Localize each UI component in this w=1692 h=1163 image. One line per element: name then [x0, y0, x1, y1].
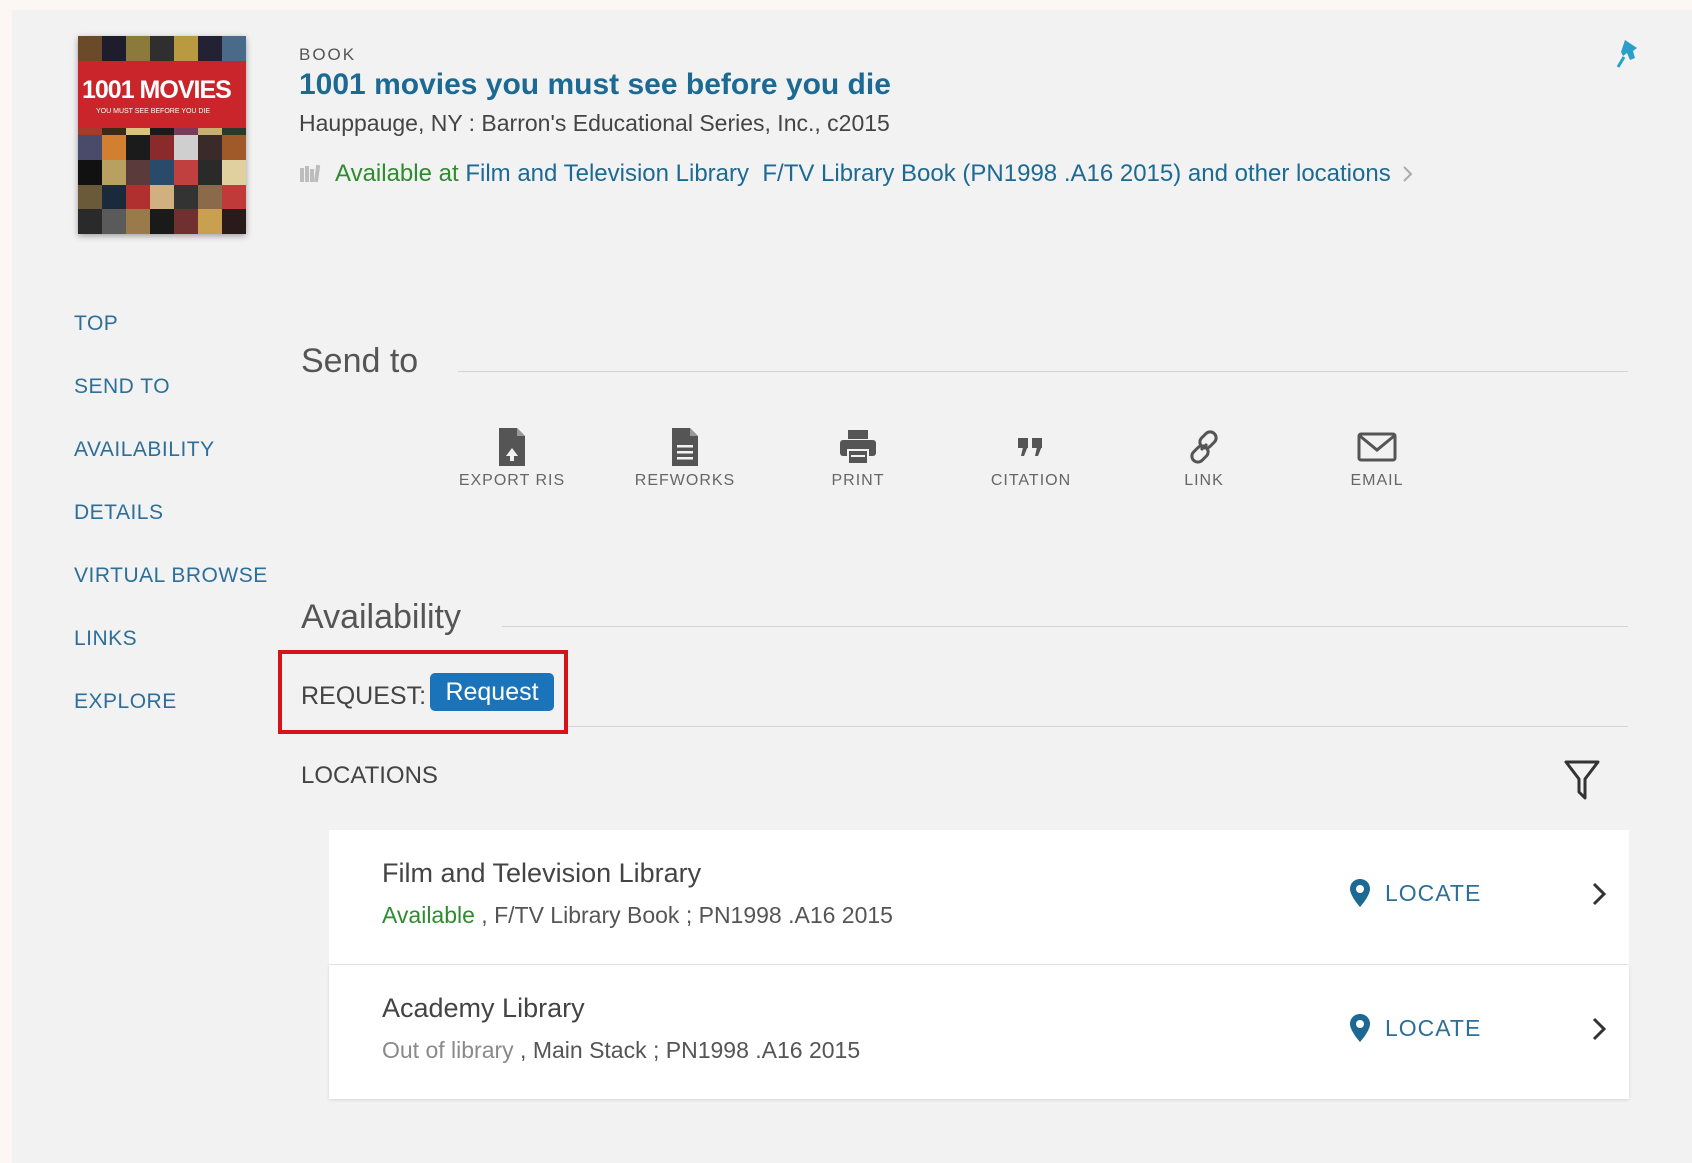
location-row-academy[interactable]: Academy Library Out of library , Main St…	[329, 965, 1629, 1099]
location-status: Available	[382, 902, 475, 928]
locate-button[interactable]: LOCATE	[1349, 878, 1481, 908]
send-to-heading: Send to	[301, 342, 419, 380]
location-name: Academy Library	[382, 993, 585, 1023]
request-divider	[568, 726, 1628, 727]
printer-icon	[840, 430, 876, 465]
nav-details[interactable]: DETAILS	[74, 501, 163, 525]
request-button[interactable]: Request	[430, 673, 554, 711]
location-name: Film and Television Library	[382, 858, 702, 888]
chevron-right-icon	[1403, 166, 1413, 182]
print-label: PRINT	[831, 472, 885, 489]
document-icon	[672, 428, 698, 466]
cover-title: 1001 MOVIES	[82, 76, 232, 104]
filter-icon[interactable]	[1562, 758, 1602, 802]
locate-label: LOCATE	[1385, 1014, 1482, 1041]
link-button[interactable]: LINK	[1134, 428, 1274, 490]
print-button[interactable]: PRINT	[788, 428, 928, 490]
locate-label: LOCATE	[1385, 879, 1482, 906]
book-cover-image[interactable]: 1001 MOVIES YOU MUST SEE BEFORE YOU DIE	[78, 36, 246, 234]
map-pin-icon	[1350, 879, 1370, 907]
chevron-right-icon[interactable]	[1591, 1015, 1607, 1043]
availability-location: F/TV Library Book (PN1998 .A16 2015)	[762, 160, 1182, 187]
location-callnumber: , Main Stack ; PN1998 .A16 2015	[513, 1037, 861, 1063]
resource-type: BOOK	[299, 45, 357, 64]
export-file-icon	[499, 428, 525, 466]
nav-availability[interactable]: AVAILABILITY	[74, 438, 215, 462]
availability-line[interactable]: Available at Film and Television Library…	[299, 160, 1415, 188]
location-row-film-tv[interactable]: Film and Television Library Available , …	[329, 830, 1629, 965]
envelope-icon	[1357, 432, 1397, 462]
availability-divider	[502, 626, 1628, 627]
nav-explore[interactable]: EXPLORE	[74, 690, 177, 714]
nav-virtual-browse[interactable]: VIRTUAL BROWSE	[74, 564, 268, 588]
request-label: REQUEST:	[301, 682, 427, 710]
nav-send-to[interactable]: SEND TO	[74, 375, 170, 399]
link-label: LINK	[1184, 472, 1224, 489]
record-title[interactable]: 1001 movies you must see before you die	[299, 68, 891, 102]
cover-collage	[78, 36, 246, 234]
email-button[interactable]: EMAIL	[1307, 428, 1447, 490]
publisher-line: Hauppauge, NY : Barron's Educational Ser…	[299, 110, 890, 136]
export-ris-label: EXPORT RIS	[458, 472, 566, 489]
cover-subtitle: YOU MUST SEE BEFORE YOU DIE	[96, 108, 211, 115]
location-status: Out of library	[382, 1037, 514, 1063]
book-shelf-icon	[300, 164, 321, 183]
location-detail: Available , F/TV Library Book ; PN1998 .…	[382, 902, 893, 929]
location-callnumber: , F/TV Library Book ; PN1998 .A16 2015	[474, 902, 893, 928]
availability-library: Film and Television Library	[465, 160, 750, 187]
link-icon	[1190, 430, 1218, 464]
location-detail: Out of library , Main Stack ; PN1998 .A1…	[382, 1037, 860, 1064]
map-pin-icon	[1350, 1014, 1370, 1042]
citation-button[interactable]: CITATION	[961, 428, 1101, 490]
nav-links[interactable]: LINKS	[74, 627, 137, 651]
email-label: EMAIL	[1350, 472, 1404, 489]
refworks-button[interactable]: REFWORKS	[615, 428, 755, 490]
availability-suffix: and other locations	[1187, 160, 1391, 187]
availability-status: Available at	[335, 160, 459, 187]
chevron-right-icon[interactable]	[1591, 880, 1607, 908]
pin-icon[interactable]	[1615, 38, 1643, 70]
quote-icon	[1018, 438, 1042, 456]
send-to-divider	[458, 371, 1628, 372]
export-ris-button[interactable]: EXPORT RIS	[442, 428, 582, 490]
nav-top[interactable]: TOP	[74, 312, 118, 336]
citation-label: CITATION	[990, 472, 1072, 489]
locate-button[interactable]: LOCATE	[1349, 1013, 1481, 1043]
record-page: 1001 MOVIES YOU MUST SEE BEFORE YOU DIE …	[12, 10, 1692, 1163]
availability-heading: Availability	[301, 598, 462, 636]
locations-label: LOCATIONS	[301, 762, 438, 789]
refworks-label: REFWORKS	[634, 472, 736, 489]
